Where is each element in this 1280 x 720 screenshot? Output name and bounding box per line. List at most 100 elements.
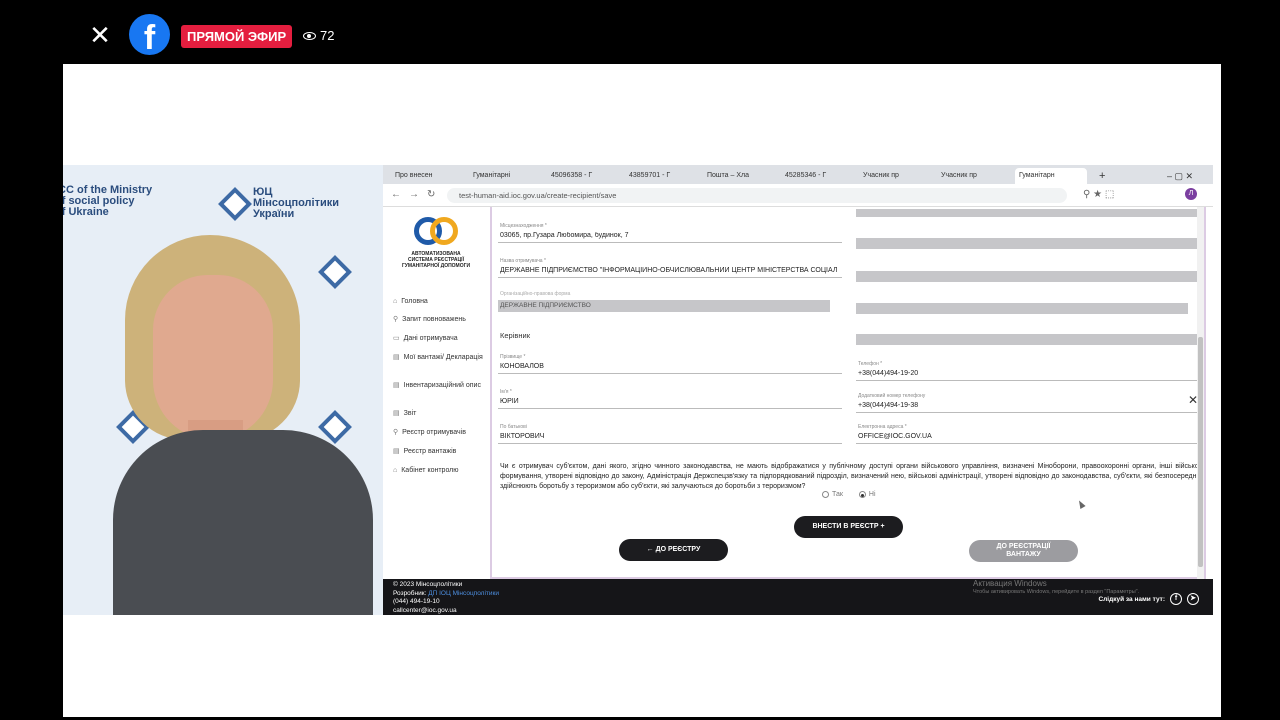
windows-activation-title: Активация Windows [973, 579, 1047, 588]
facebook-icon[interactable]: f [1170, 593, 1182, 605]
browser-tab-strip: Про внесен Гуманітарні 45096358 - Г 4385… [383, 165, 1213, 184]
surname-label: Прізвище * [500, 354, 526, 360]
backdrop-logo-en-text: ICC of the Ministry of social policy of … [63, 184, 153, 218]
firstname-field[interactable]: Ім'я * ЮРІЙ [498, 387, 842, 409]
new-tab-icon[interactable]: + [1095, 168, 1109, 184]
home-icon: ⌂ [393, 467, 398, 474]
submit-label: ВНЕСТИ В РЕЄСТР [812, 523, 879, 530]
sidebar-item-label: Дані отримувача [403, 335, 458, 342]
radio-circle-selected [858, 491, 866, 498]
browser-tab[interactable]: Гуманітарні [469, 168, 539, 184]
address-value: 03065, пр.Гузара Любомира, будинок, 7 [500, 232, 629, 239]
browser-tab-active[interactable]: Гуманітарн [1015, 168, 1087, 184]
back-label: ДО РЕЄСТРУ [655, 546, 701, 553]
sidebar-item-home[interactable]: ⌂ Головна [393, 297, 483, 306]
radio-no[interactable]: Ні [858, 491, 876, 498]
recipient-name-label: Назва отримувача * [500, 258, 546, 264]
sidebar-item-cargo-registry[interactable]: ▤ Реєстр вантажів [393, 447, 483, 456]
browser-tab[interactable]: 45096358 - Г [547, 168, 617, 184]
to-cargo-registration-button[interactable]: ДО РЕЄСТРАЦІЇ ВАНТАЖУ [969, 540, 1078, 562]
document-icon: ▤ [393, 382, 400, 389]
radio-yes[interactable]: Так [822, 491, 843, 498]
presenter [113, 235, 373, 615]
browser-tab[interactable]: 45285346 - Г [781, 168, 851, 184]
firstname-value: ЮРІЙ [500, 398, 519, 405]
browser-tab[interactable]: Учасник пр [937, 168, 1007, 184]
close-icon[interactable]: ✕ [88, 22, 112, 48]
user-icon: ⚲ [393, 429, 399, 436]
app-logo-text: АВТОМАТИЗОВАНА СИСТЕМА РЕЄСТРАЦІЇ ГУМАНІ… [401, 251, 471, 269]
document-icon: ▤ [393, 410, 400, 417]
facebook-live-header: ✕ f ПРЯМОЙ ЭФИР 72 [63, 5, 1221, 64]
footer-email[interactable]: callcenter@ioc.gov.ua [393, 607, 499, 616]
document-icon: ▤ [393, 448, 400, 455]
scrollbar-thumb[interactable] [1198, 337, 1203, 567]
app-logo: АВТОМАТИЗОВАНА СИСТЕМА РЕЄСТРАЦІЇ ГУМАНІ… [401, 217, 471, 269]
sidebar-item-label: Інвентаризаційний опис [403, 382, 481, 389]
camera-feed: ICC of the Ministry of social policy of … [63, 165, 383, 615]
back-arrow-icon[interactable]: ← [391, 189, 401, 200]
footer-dev-label: Розробник: [393, 589, 427, 597]
extensions-icon[interactable]: ⚲ ★ ⬚ [1083, 189, 1114, 200]
surname-field[interactable]: Прізвище * КОНОВАЛОВ [498, 352, 842, 374]
clear-field-icon[interactable]: ✕ [1188, 393, 1198, 407]
phone2-field[interactable]: Додатковий номер телефону +38(044)494-19… [856, 391, 1200, 413]
submit-to-registry-button[interactable]: ВНЕСТИ В РЕЄСТР + [794, 516, 903, 538]
site-footer: © 2023 Мінсоцполітики Розробник: ДП ІОЦ … [383, 579, 1213, 615]
presenter-face [153, 275, 273, 440]
recipient-form: Місцезнаходження * 03065, пр.Гузара Любо… [490, 207, 1206, 579]
rings-logo-icon [414, 217, 458, 247]
sidebar-item-label: Головна [401, 298, 428, 305]
browser-tab[interactable]: Пошта – Хла [703, 168, 773, 184]
sidebar-item-permissions[interactable]: ⚲ Запит повноважень [393, 315, 483, 324]
browser-window: Про внесен Гуманітарні 45096358 - Г 4385… [383, 165, 1213, 615]
mouse-cursor-icon [1076, 499, 1086, 509]
address-field[interactable]: Місцезнаходження * 03065, пр.Гузара Любо… [498, 221, 842, 243]
phone-field[interactable]: Телефон * +38(044)494-19-20 [856, 359, 1200, 381]
browser-tab[interactable]: 43859701 - Г [625, 168, 695, 184]
facebook-logo-icon[interactable]: f [129, 14, 170, 55]
url-input[interactable]: test-human-aid.ioc.gov.ua/create-recipie… [447, 188, 1067, 203]
footer-social: Слідкуй за нами тут: f ➤ [1098, 593, 1199, 605]
sidebar-item-label: Запит повноважень [402, 316, 466, 323]
military-question-radios: Так Ні [822, 491, 876, 498]
footer-dev-link[interactable]: ДП ІОЦ Мінсоцполітики [428, 590, 499, 597]
disabled-field [856, 334, 1200, 345]
backdrop-logo-en: ICC of the Ministry of social policy of … [63, 185, 152, 218]
backdrop-logo-ua-text: ЮЦ Мінсоцполітики України [253, 186, 340, 220]
telegram-icon[interactable]: ➤ [1187, 593, 1199, 605]
footer-copyright: © 2023 Мінсоцполітики [393, 581, 463, 588]
browser-tab[interactable]: Про внесен [391, 168, 461, 184]
phone2-label: Додатковий номер телефону [858, 393, 926, 399]
sidebar-item-recipients-registry[interactable]: ⚲ Реєстр отримувачів [393, 428, 483, 437]
viewer-count-value: 72 [320, 28, 335, 43]
window-controls-icon[interactable]: – ▢ ✕ [1163, 168, 1203, 184]
user-icon: ⚲ [393, 316, 399, 323]
sidebar-item-report[interactable]: ▤ Звіт [393, 409, 483, 418]
recipient-name-field[interactable]: Назва отримувача * ДЕРЖАВНЕ ПІДПРИЄМСТВО… [498, 256, 842, 278]
live-video-frame: ✕ f ПРЯМОЙ ЭФИР 72 ICC of the Ministry o… [63, 5, 1221, 717]
sidebar-item-inventory[interactable]: ▤ Інвентаризаційний опис [393, 381, 483, 390]
footer-developer: Розробник: ДП ІОЦ Мінсоцполітики [393, 590, 499, 599]
footer-phone: (044) 494-19-10 [393, 598, 440, 605]
ring-orange [430, 217, 458, 245]
patronymic-field[interactable]: По батькові ВІКТОРОВИЧ [498, 422, 842, 444]
live-badge: ПРЯМОЙ ЭФИР [181, 25, 293, 48]
radio-circle [822, 491, 829, 498]
viewer-count: 72 [303, 26, 334, 46]
legal-form-select[interactable]: ДЕРЖАВНЕ ПІДПРИЄМСТВО [498, 300, 830, 312]
sidebar-item-control-cabinet[interactable]: ⌂ Кабінет контролю [393, 466, 483, 475]
sidebar-item-label: Реєстр отримувачів [402, 429, 466, 436]
sidebar-item-label: Звіт [403, 410, 417, 417]
profile-avatar[interactable]: Л [1185, 188, 1197, 200]
card-icon: ▭ [393, 335, 400, 342]
email-label: Електронна адреса * [858, 424, 907, 430]
browser-tab[interactable]: Учасник пр [859, 168, 929, 184]
sidebar-item-cargo[interactable]: ▤ Мої вантажі/ Декларація [393, 353, 483, 362]
address-bar-row: ← → ↻ test-human-aid.ioc.gov.ua/create-r… [383, 184, 1213, 207]
sidebar-item-recipient-data[interactable]: ▭ Дані отримувача [393, 334, 483, 343]
reload-icon[interactable]: ↻ [427, 189, 435, 200]
back-to-registry-button[interactable]: ← ДО РЕЄСТРУ [619, 539, 728, 561]
email-field[interactable]: Електронна адреса * OFFICE@IOC.GOV.UA [856, 422, 1200, 444]
forward-arrow-icon[interactable]: → [409, 189, 419, 200]
